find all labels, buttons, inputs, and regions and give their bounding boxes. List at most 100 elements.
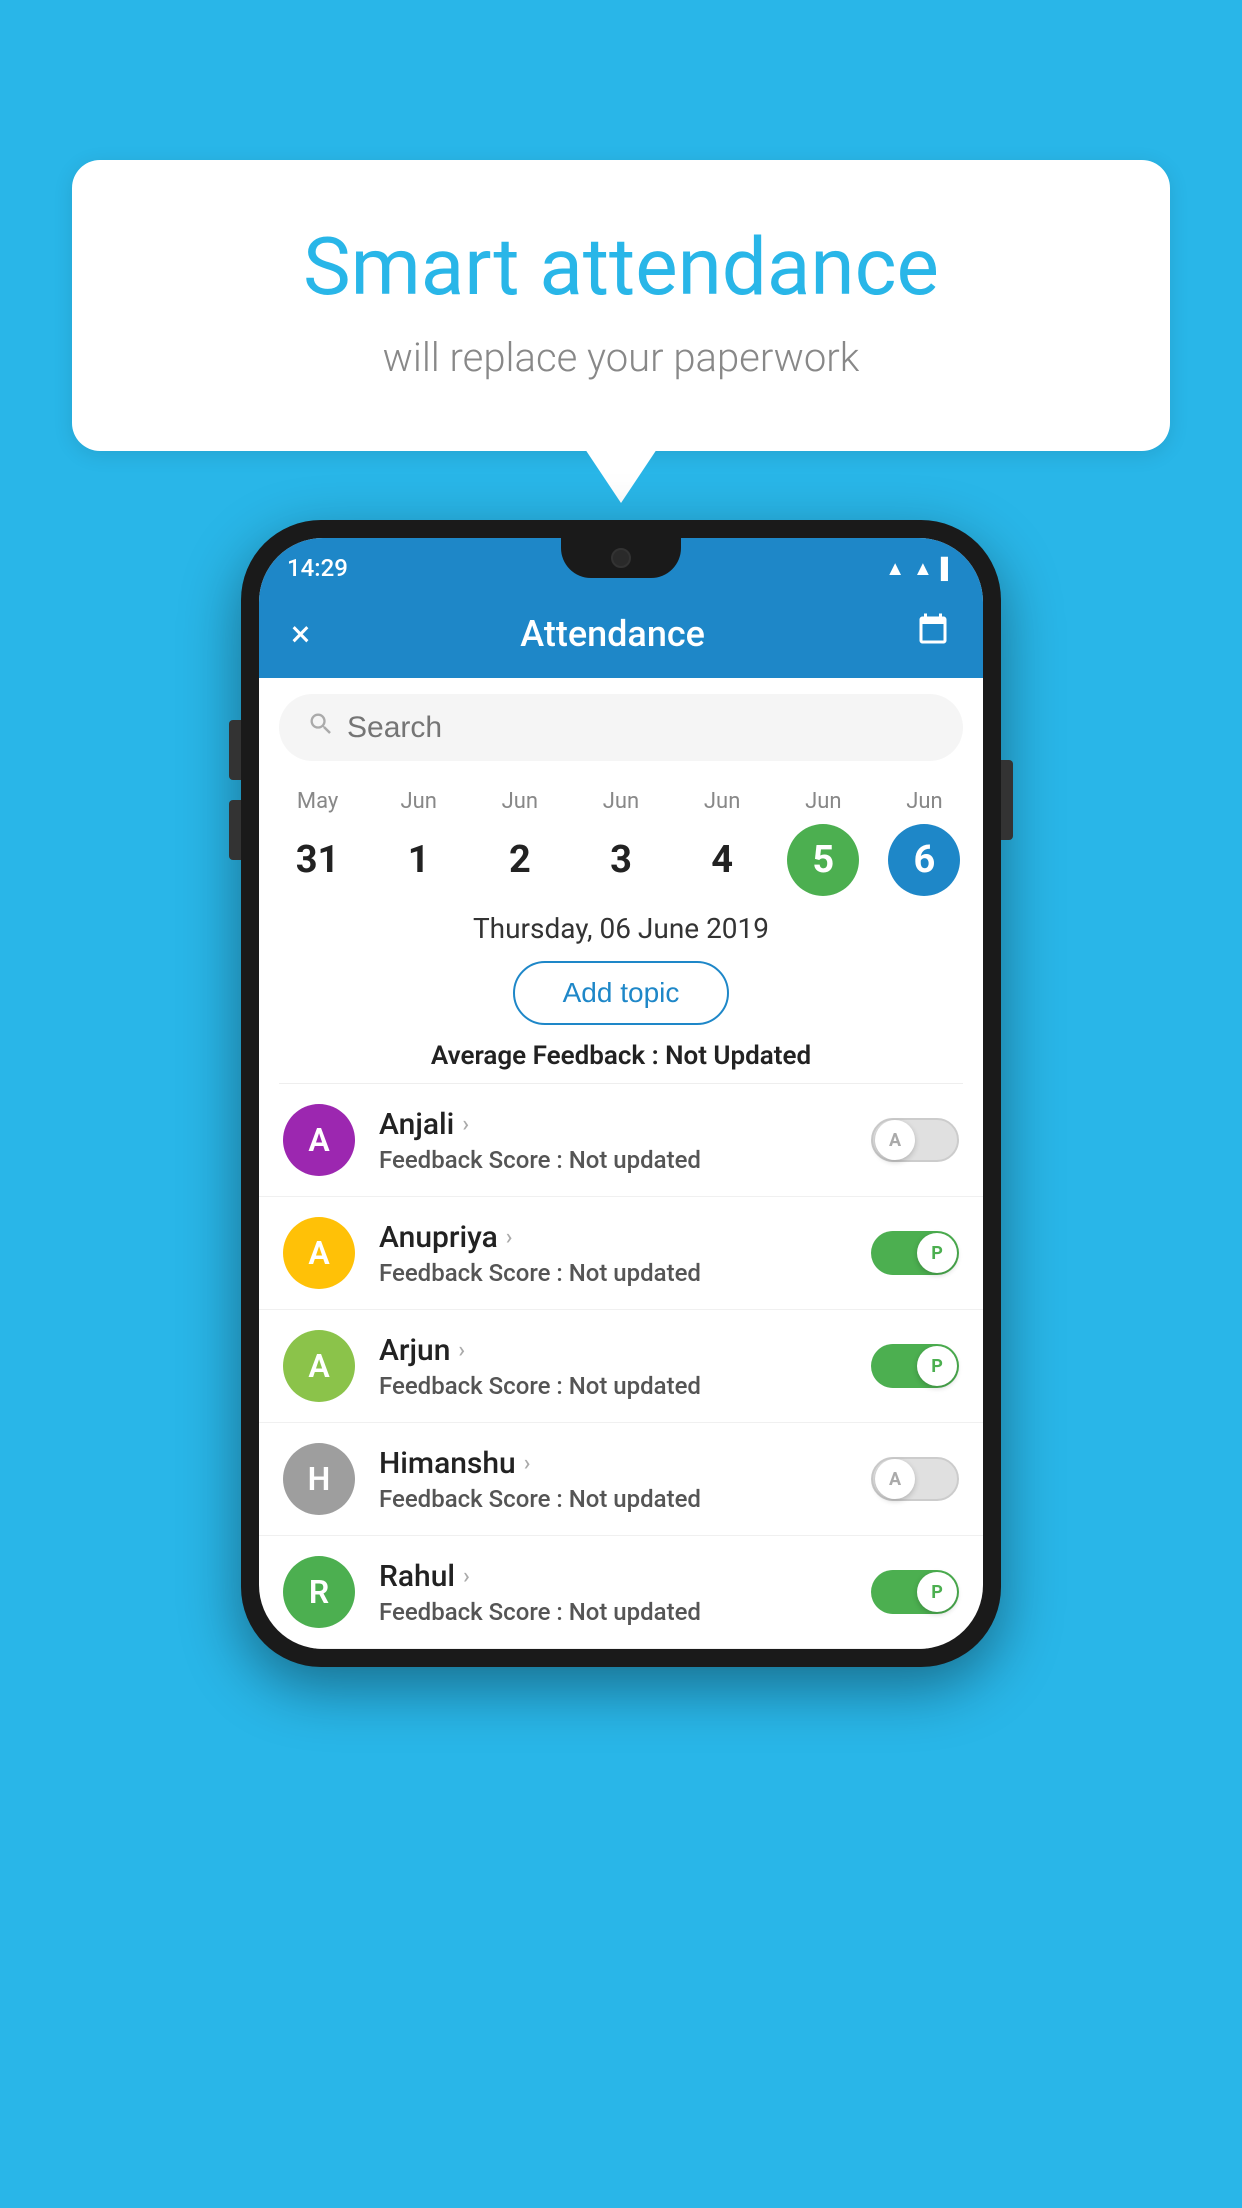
power-button[interactable] — [1001, 760, 1013, 840]
search-icon — [307, 710, 335, 745]
toggle-knob: A — [875, 1459, 915, 1499]
cal-month-label: May — [297, 789, 338, 814]
student-item[interactable]: R Rahul › Feedback Score : Not updated P — [259, 1536, 983, 1649]
status-icons: ▲ ▲ ▌ — [885, 556, 955, 581]
score-value: Not updated — [569, 1372, 701, 1400]
bubble-title: Smart attendance — [122, 220, 1120, 314]
avatar: R — [283, 1556, 355, 1628]
student-score: Feedback Score : Not updated — [379, 1146, 847, 1174]
calendar-day[interactable]: Jun 2 — [469, 789, 570, 896]
student-item[interactable]: A Anjali› Feedback Score : Not updated A — [259, 1084, 983, 1197]
bubble-subtitle: will replace your paperwork — [122, 334, 1120, 381]
student-item[interactable]: AAnupriya›Feedback Score : Not updatedP — [259, 1197, 983, 1310]
student-name-text: Rahul — [379, 1559, 455, 1594]
cal-month-label: Jun — [704, 789, 740, 814]
search-bar[interactable] — [279, 694, 963, 761]
phone-mockup: 14:29 ▲ ▲ ▌ × Attendance — [241, 520, 1001, 1667]
attendance-toggle[interactable]: P — [871, 1344, 959, 1388]
cal-month-label: Jun — [805, 789, 841, 814]
score-label: Feedback Score : — [379, 1372, 563, 1400]
cal-date-num[interactable]: 31 — [282, 824, 354, 896]
cal-date-num[interactable]: 4 — [686, 824, 758, 896]
cal-date-num[interactable]: 1 — [383, 824, 455, 896]
toggle-knob: P — [917, 1346, 957, 1386]
attendance-toggle[interactable]: A — [871, 1118, 959, 1162]
score-label: Feedback Score : — [379, 1485, 563, 1513]
chevron-icon: › — [506, 1225, 513, 1250]
toggle-knob: P — [917, 1572, 957, 1612]
camera — [611, 548, 631, 568]
vol-down-button[interactable] — [229, 800, 241, 860]
cal-month-label: Jun — [603, 789, 639, 814]
student-info: Anupriya › Feedback Score : Not updated — [379, 1220, 847, 1287]
speech-bubble: Smart attendance will replace your paper… — [72, 160, 1170, 451]
vol-up-button[interactable] — [229, 720, 241, 780]
avg-feedback-value: Not Updated — [665, 1041, 811, 1071]
calendar-day[interactable]: Jun 5 — [773, 789, 874, 896]
attendance-toggle[interactable]: P — [871, 1570, 959, 1614]
signal-icon: ▲ — [913, 556, 933, 581]
student-name: Anupriya › — [379, 1220, 847, 1255]
student-name: Anjali› — [379, 1107, 847, 1142]
students-list: AAnjali›Feedback Score : Not updatedAAAn… — [259, 1084, 983, 1649]
student-name-text: Anupriya — [379, 1220, 498, 1255]
wifi-icon: ▲ — [885, 556, 905, 581]
cal-date-num[interactable]: 5 — [787, 824, 859, 896]
phone-body: 14:29 ▲ ▲ ▌ × Attendance — [241, 520, 1001, 1667]
calendar-button[interactable] — [915, 612, 951, 657]
chevron-icon: › — [458, 1338, 465, 1363]
chevron-icon: › — [463, 1564, 470, 1589]
cal-date-num[interactable]: 6 — [888, 824, 960, 896]
close-button[interactable]: × — [291, 613, 310, 655]
student-score: Feedback Score : Not updated — [379, 1598, 847, 1626]
student-name: Himanshu › — [379, 1446, 847, 1481]
cal-date-num[interactable]: 3 — [585, 824, 657, 896]
toggle-knob: A — [875, 1120, 915, 1160]
search-input[interactable] — [347, 711, 935, 745]
student-score: Feedback Score : Not updated — [379, 1372, 847, 1400]
student-info: Arjun› Feedback Score : Not updated — [379, 1333, 847, 1400]
student-item[interactable]: H Himanshu › Feedback Score : Not updated A — [259, 1423, 983, 1536]
avatar: H — [283, 1443, 355, 1515]
calendar-day[interactable]: Jun 1 — [368, 789, 469, 896]
chevron-icon: › — [524, 1451, 531, 1476]
toggle-knob: P — [917, 1233, 957, 1273]
student-item[interactable]: A Arjun› Feedback Score : Not updated P — [259, 1310, 983, 1423]
calendar-day[interactable]: May 31 — [267, 789, 368, 896]
calendar-row: May 31 Jun 1 Jun 2 Jun 3 Jun 4 Jun 5 Jun 6 — [259, 777, 983, 904]
attendance-toggle[interactable]: P — [871, 1231, 959, 1275]
cal-month-label: Jun — [502, 789, 538, 814]
calendar-day[interactable]: Jun 3 — [570, 789, 671, 896]
student-name-text: Anjali — [379, 1107, 454, 1142]
score-value: Not updated — [569, 1598, 701, 1626]
score-label: Feedback Score : — [379, 1146, 563, 1174]
avatar: A — [283, 1330, 355, 1402]
cal-month-label: Jun — [401, 789, 437, 814]
phone-screen: 14:29 ▲ ▲ ▌ × Attendance — [259, 538, 983, 1649]
calendar-day[interactable]: Jun 4 — [672, 789, 773, 896]
student-name-text: Himanshu — [379, 1446, 516, 1481]
calendar-day[interactable]: Jun 6 — [874, 789, 975, 896]
attendance-toggle[interactable]: A — [871, 1457, 959, 1501]
student-score: Feedback Score : Not updated — [379, 1259, 847, 1287]
student-name: Arjun› — [379, 1333, 847, 1368]
add-topic-button[interactable]: Add topic — [513, 961, 730, 1025]
phone-notch — [561, 538, 681, 578]
student-score: Feedback Score : Not updated — [379, 1485, 847, 1513]
student-info: Rahul › Feedback Score : Not updated — [379, 1559, 847, 1626]
student-info: Himanshu › Feedback Score : Not updated — [379, 1446, 847, 1513]
avg-feedback: Average Feedback : Not Updated — [259, 1041, 983, 1083]
app-bar: × Attendance — [259, 590, 983, 678]
score-label: Feedback Score : — [379, 1259, 563, 1287]
score-value: Not updated — [569, 1485, 701, 1513]
score-value: Not updated — [569, 1259, 701, 1287]
student-info: Anjali› Feedback Score : Not updated — [379, 1107, 847, 1174]
score-value: Not updated — [569, 1146, 701, 1174]
app-title: Attendance — [520, 613, 705, 655]
cal-month-label: Jun — [906, 789, 942, 814]
selected-date: Thursday, 06 June 2019 — [259, 904, 983, 961]
avatar: A — [283, 1104, 355, 1176]
avg-feedback-label: Average Feedback : — [431, 1041, 659, 1071]
battery-icon: ▌ — [941, 556, 955, 581]
cal-date-num[interactable]: 2 — [484, 824, 556, 896]
